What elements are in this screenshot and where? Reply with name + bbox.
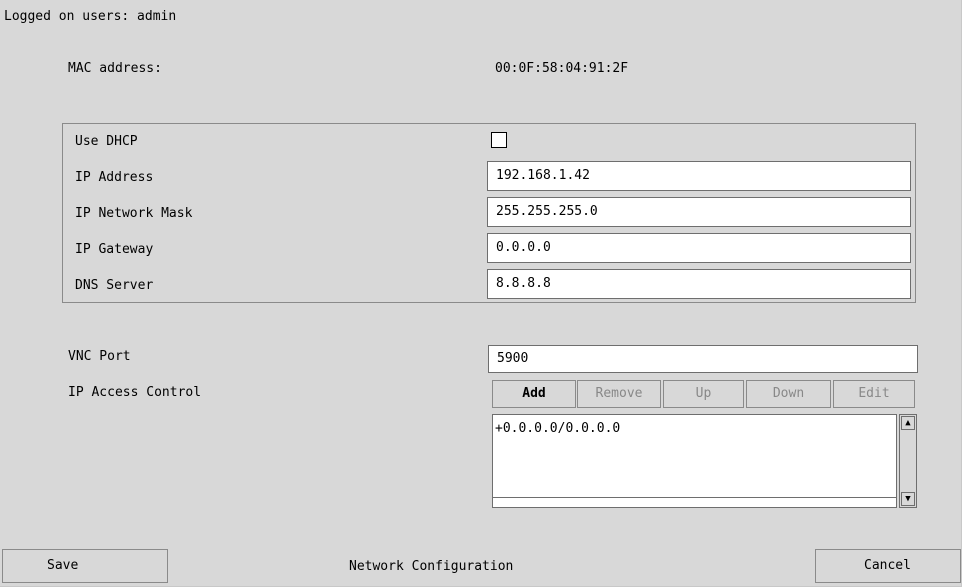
list-bottom-edge <box>492 498 897 508</box>
add-button[interactable]: Add <box>492 380 576 408</box>
ip-address-field[interactable]: 192.168.1.42 <box>487 161 911 191</box>
mac-address-label: MAC address: <box>68 61 162 76</box>
netmask-label: IP Network Mask <box>75 206 193 221</box>
gateway-field[interactable]: 0.0.0.0 <box>487 233 911 263</box>
cancel-button[interactable]: Cancel <box>815 549 961 583</box>
gateway-label: IP Gateway <box>75 242 154 257</box>
save-button[interactable]: Save <box>2 549 168 583</box>
mac-address-value: 00:0F:58:04:91:2F <box>495 61 629 76</box>
remove-button[interactable]: Remove <box>577 380 661 408</box>
scroll-down-arrow-icon[interactable]: ▼ <box>901 492 915 506</box>
screen-title: Network Configuration <box>349 559 514 574</box>
scroll-up-arrow-icon[interactable]: ▲ <box>901 416 915 430</box>
network-configuration-screen: Logged on users: admin MAC address: 00:0… <box>0 0 962 587</box>
list-item[interactable]: +0.0.0.0/0.0.0.0 <box>495 421 894 436</box>
ip-address-label: IP Address <box>75 170 154 185</box>
netmask-field[interactable]: 255.255.255.0 <box>487 197 911 227</box>
ip-access-control-label: IP Access Control <box>68 385 202 400</box>
vnc-port-label: VNC Port <box>68 349 131 364</box>
vnc-port-field[interactable]: 5900 <box>488 345 918 373</box>
down-button[interactable]: Down <box>746 380 831 408</box>
use-dhcp-checkbox[interactable] <box>491 132 507 148</box>
use-dhcp-label: Use DHCP <box>75 134 138 149</box>
ip-access-control-list[interactable]: +0.0.0.0/0.0.0.0 <box>492 414 897 498</box>
logged-on-users: Logged on users: admin <box>4 9 177 24</box>
dns-server-label: DNS Server <box>75 278 154 293</box>
edit-button[interactable]: Edit <box>833 380 915 408</box>
list-scrollbar[interactable]: ▲ ▼ <box>899 414 917 508</box>
up-button[interactable]: Up <box>663 380 744 408</box>
dns-server-field[interactable]: 8.8.8.8 <box>487 269 911 299</box>
network-settings-group: Use DHCP IP Address 192.168.1.42 IP Netw… <box>62 123 916 303</box>
